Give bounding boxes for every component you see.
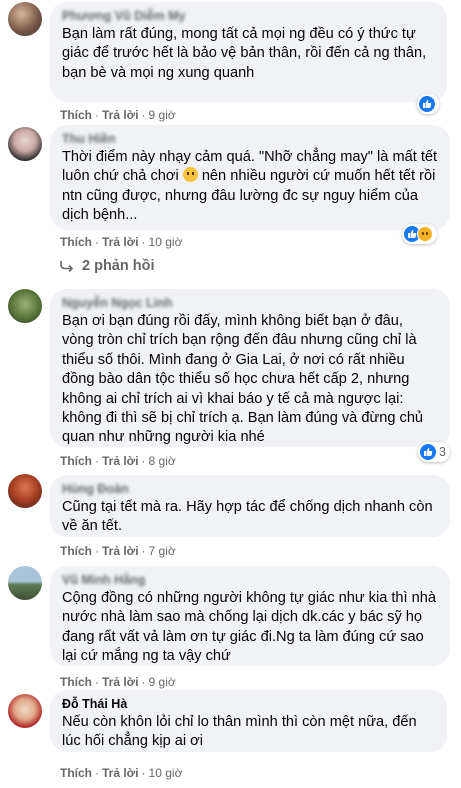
- like-button[interactable]: Thích: [60, 544, 92, 558]
- timestamp[interactable]: 8 giờ: [149, 454, 176, 468]
- comment-author[interactable]: Nguyễn Ngọc Linh: [62, 295, 438, 311]
- comment-text: Bạn làm rất đúng, mong tất cả mọi ng đều…: [62, 26, 427, 81]
- comment-bubble: Đỗ Thái Hà Nếu còn khôn lỏi chỉ lo thân …: [50, 690, 447, 752]
- comment-author[interactable]: Vũ Minh Hằng: [62, 572, 438, 588]
- reply-button[interactable]: Trả lời: [102, 235, 139, 249]
- comment-bubble: Vũ Minh Hằng Cộng đồng có những người kh…: [50, 566, 450, 666]
- avatar[interactable]: [8, 694, 42, 728]
- like-icon: [419, 96, 435, 112]
- reaction-summary[interactable]: [402, 224, 437, 244]
- comment-author[interactable]: Đỗ Thái Hà: [62, 696, 435, 712]
- comment-actions: Thích · Trả lời · 10 giờ: [60, 235, 183, 249]
- reaction-count: 3: [439, 445, 446, 459]
- timestamp[interactable]: 9 giờ: [149, 675, 176, 689]
- timestamp[interactable]: 10 giờ: [149, 235, 183, 249]
- like-button[interactable]: Thích: [60, 108, 92, 122]
- avatar[interactable]: [8, 566, 42, 600]
- timestamp[interactable]: 7 giờ: [149, 544, 176, 558]
- reaction-summary[interactable]: 3: [418, 442, 450, 462]
- reply-arrow-icon: [60, 261, 74, 272]
- reply-button[interactable]: Trả lời: [102, 544, 139, 558]
- like-button[interactable]: Thích: [60, 235, 92, 249]
- comment-actions: Thích · Trả lời · 7 giờ: [60, 544, 176, 558]
- comment-actions: Thích · Trả lời · 8 giờ: [60, 454, 176, 468]
- like-button[interactable]: Thích: [60, 766, 92, 780]
- comment-text: Thời điểm này nhạy cảm quá. "Nhỡ chẳng m…: [62, 149, 438, 224]
- avatar[interactable]: [8, 289, 42, 323]
- comment-author[interactable]: Phương Vũ Diễm My: [62, 8, 435, 24]
- like-button[interactable]: Thích: [60, 675, 92, 689]
- comment-bubble: Thu Hiền Thời điểm này nhạy cảm quá. "Nh…: [50, 125, 450, 230]
- reply-button[interactable]: Trả lời: [102, 766, 139, 780]
- comment-text: Cộng đồng có những người không tự giác n…: [62, 590, 437, 665]
- timestamp[interactable]: 10 giờ: [149, 766, 183, 780]
- avatar[interactable]: [8, 127, 42, 161]
- comment-author[interactable]: Thu Hiền: [62, 131, 438, 147]
- like-button[interactable]: Thích: [60, 454, 92, 468]
- reply-button[interactable]: Trả lời: [102, 675, 139, 689]
- comment-bubble: Hùng Đoàn Cũng tại tết mà ra. Hãy hợp tá…: [50, 475, 450, 537]
- reaction-summary[interactable]: [417, 94, 439, 114]
- comment-actions: Thích · Trả lời · 9 giờ: [60, 108, 176, 122]
- comment-text: Bạn ơi bạn đúng rồi đấy, mình không biết…: [62, 313, 424, 446]
- sad-icon: [417, 226, 433, 242]
- avatar[interactable]: [8, 474, 42, 508]
- reply-button[interactable]: Trả lời: [102, 108, 139, 122]
- view-replies-link[interactable]: 2 phản hồi: [60, 258, 155, 274]
- reply-button[interactable]: Trả lời: [102, 454, 139, 468]
- timestamp[interactable]: 9 giờ: [149, 108, 176, 122]
- comment-bubble: Phương Vũ Diễm My Bạn làm rất đúng, mong…: [50, 2, 447, 102]
- comment-actions: Thích · Trả lời · 9 giờ: [60, 675, 176, 689]
- comment-author[interactable]: Hùng Đoàn: [62, 481, 438, 497]
- sad-face-emoji: [182, 167, 198, 183]
- comment-text: Nếu còn khôn lỏi chỉ lo thân mình thì cò…: [62, 714, 417, 750]
- like-icon: [420, 444, 436, 460]
- avatar[interactable]: [8, 2, 42, 36]
- comment-actions: Thích · Trả lời · 10 giờ: [60, 766, 183, 780]
- comment-bubble: Nguyễn Ngọc Linh Bạn ơi bạn đúng rồi đấy…: [50, 289, 450, 447]
- comment-text: Cũng tại tết mà ra. Hãy hợp tác để chống…: [62, 499, 433, 535]
